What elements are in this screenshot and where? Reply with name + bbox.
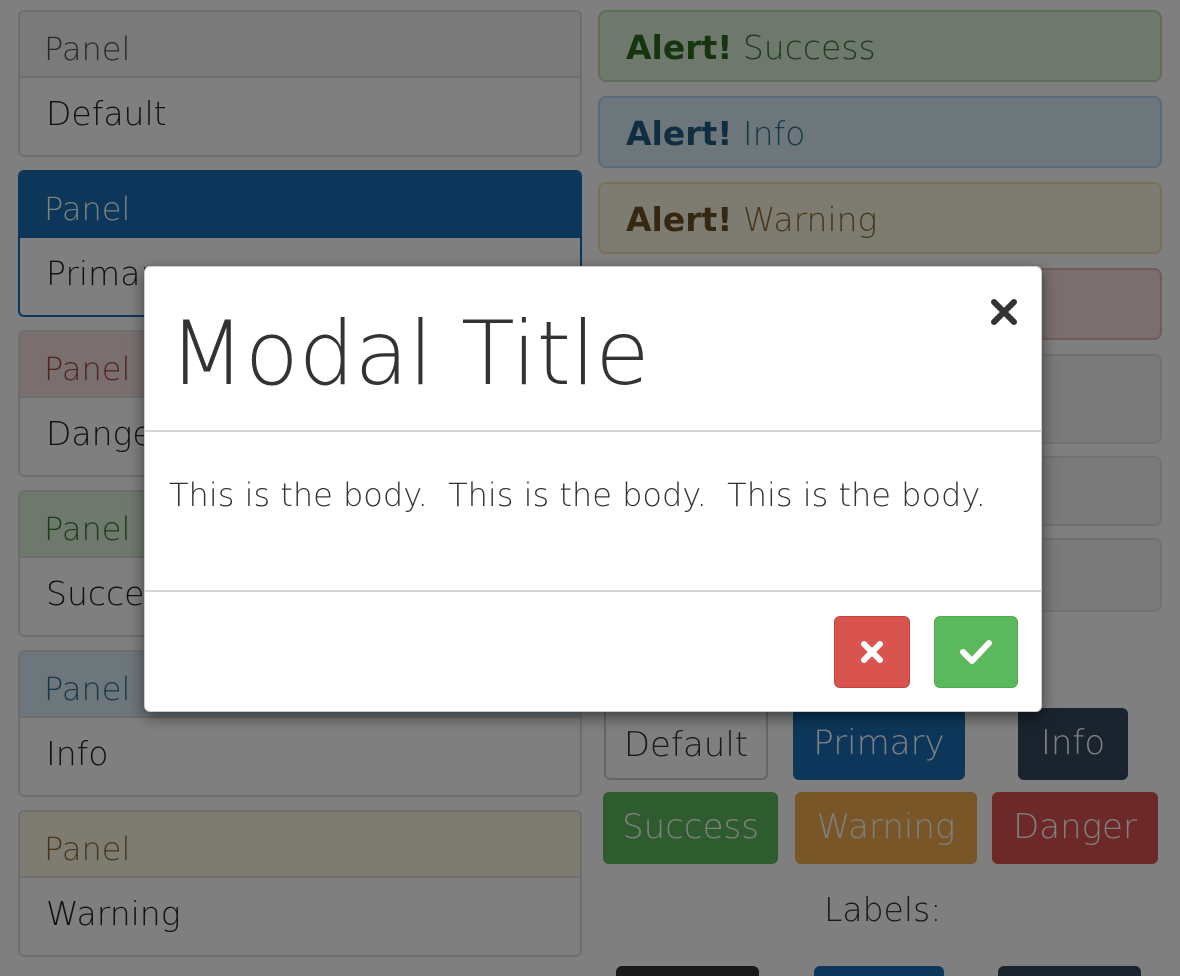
confirm-button[interactable]: [934, 616, 1018, 688]
times-icon: [861, 641, 883, 663]
modal-body: This is the body. This is the body. This…: [145, 432, 1041, 592]
modal-body-text: This is the body. This is the body. This…: [169, 476, 986, 514]
cancel-button[interactable]: [834, 616, 910, 688]
modal-title: Modal Title: [169, 302, 650, 405]
modal-dialog: Modal Title This is the body. This is th…: [144, 266, 1042, 712]
modal-footer: [145, 592, 1041, 711]
modal-header: Modal Title: [145, 267, 1041, 432]
check-icon: [960, 640, 992, 664]
close-icon[interactable]: [987, 295, 1021, 329]
